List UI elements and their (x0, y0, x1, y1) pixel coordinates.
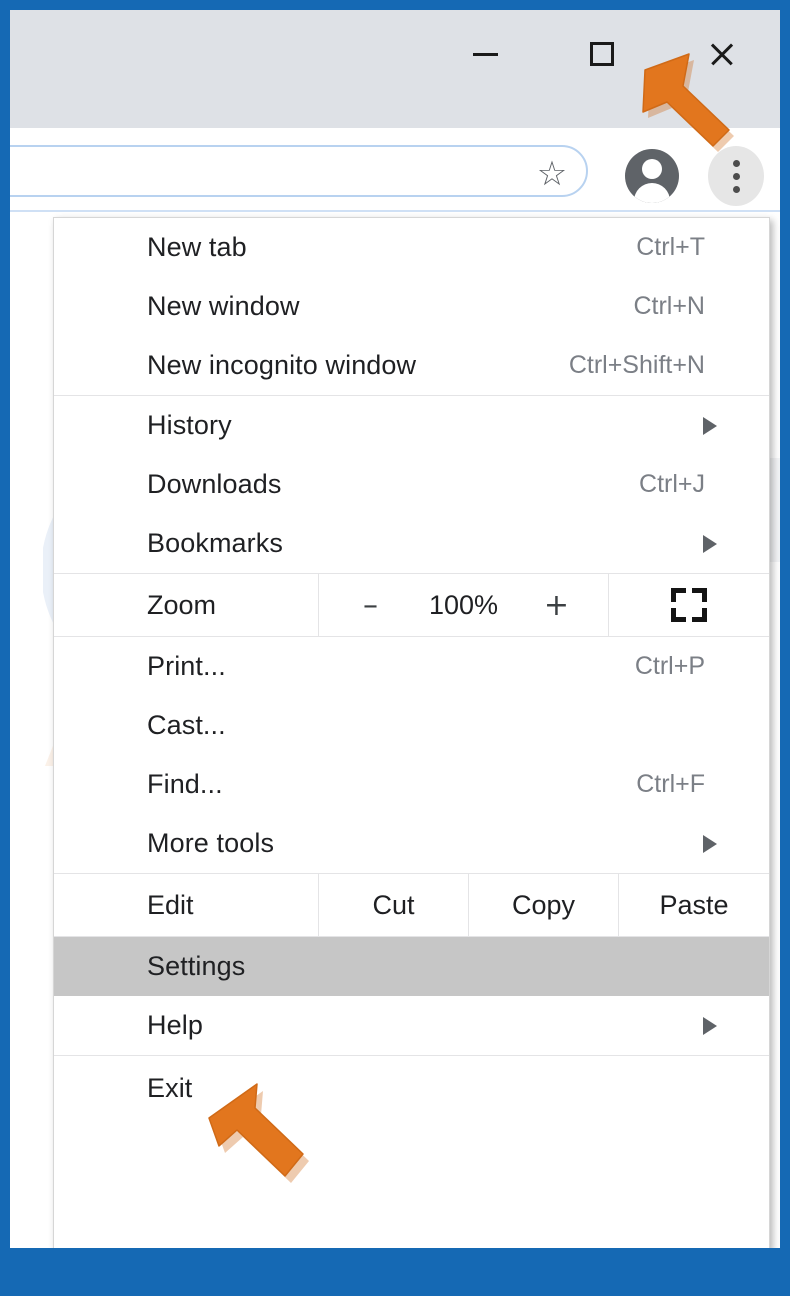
three-dot-menu-button[interactable] (708, 146, 764, 206)
menu-item-new-tab[interactable]: New tab Ctrl+T (54, 218, 769, 277)
zoom-in-button[interactable]: + (540, 588, 574, 623)
menu-item-shortcut: Ctrl+N (633, 292, 705, 320)
menu-item-label: New incognito window (147, 350, 417, 380)
menu-item-shortcut: Ctrl+P (634, 652, 705, 680)
menu-row-zoom: Zoom – 100% + (54, 574, 769, 636)
menu-item-label: Cast... (147, 710, 226, 740)
avatar-body-shape (634, 183, 670, 203)
menu-item-help[interactable]: Help (54, 996, 769, 1055)
fullscreen-button[interactable] (609, 574, 769, 636)
maximize-button[interactable] (575, 32, 629, 76)
menu-item-exit[interactable]: Exit (54, 1056, 769, 1120)
menu-item-label: Settings (147, 951, 246, 981)
browser-window-inner: ☆ New tab Ctrl+T New window Ctrl+N New i… (10, 10, 780, 1248)
menu-group-exit: Exit (54, 1056, 769, 1120)
fullscreen-icon (671, 588, 707, 622)
chevron-right-icon (703, 834, 717, 853)
minimize-button[interactable] (458, 32, 512, 76)
menu-item-print[interactable]: Print... Ctrl+P (54, 637, 769, 696)
menu-item-label: Exit (147, 1072, 193, 1103)
menu-item-label: History (147, 410, 232, 440)
menu-item-shortcut: Ctrl+Shift+N (568, 351, 705, 379)
cut-button[interactable]: Cut (319, 874, 469, 936)
menu-item-label: Downloads (147, 469, 282, 499)
menu-item-shortcut: Ctrl+T (636, 233, 705, 261)
menu-row-edit: Edit Cut Copy Paste (54, 874, 769, 936)
menu-item-label: Help (147, 1010, 203, 1040)
menu-item-find[interactable]: Find... Ctrl+F (54, 755, 769, 814)
menu-item-new-window[interactable]: New window Ctrl+N (54, 277, 769, 336)
zoom-label: Zoom (54, 574, 319, 636)
zoom-controls: – 100% + (319, 574, 609, 636)
menu-item-more-tools[interactable]: More tools (54, 814, 769, 873)
annotation-arrow-to-menu-icon (642, 53, 734, 152)
chevron-right-icon (703, 416, 717, 435)
menu-item-cast[interactable]: Cast... (54, 696, 769, 755)
menu-item-new-incognito-window[interactable]: New incognito window Ctrl+Shift+N (54, 336, 769, 395)
menu-item-bookmarks[interactable]: Bookmarks (54, 514, 769, 573)
menu-item-label: Print... (147, 651, 226, 681)
menu-group-new: New tab Ctrl+T New window Ctrl+N New inc… (54, 218, 769, 395)
browser-window-frame: ☆ New tab Ctrl+T New window Ctrl+N New i… (0, 0, 790, 1296)
menu-dot-1-icon (732, 159, 740, 167)
edit-label: Edit (54, 874, 319, 936)
menu-dot-2-icon (732, 172, 740, 180)
menu-item-settings[interactable]: Settings (54, 937, 769, 996)
menu-item-label: New tab (147, 232, 247, 262)
paste-button[interactable]: Paste (619, 874, 769, 936)
chrome-main-menu: New tab Ctrl+T New window Ctrl+N New inc… (53, 217, 770, 1248)
menu-item-label: More tools (147, 828, 275, 858)
menu-item-label: New window (147, 291, 300, 321)
avatar-head-shape (642, 159, 662, 179)
menu-dot-3-icon (732, 185, 740, 193)
menu-item-shortcut: Ctrl+F (636, 770, 705, 798)
profile-avatar[interactable] (625, 149, 679, 203)
copy-button[interactable]: Copy (469, 874, 619, 936)
zoom-out-button[interactable]: – (354, 588, 388, 623)
chevron-right-icon (703, 1016, 717, 1035)
maximize-icon (590, 42, 614, 66)
menu-item-downloads[interactable]: Downloads Ctrl+J (54, 455, 769, 514)
menu-item-history[interactable]: History (54, 396, 769, 455)
menu-group-browsing: History Downloads Ctrl+J Bookmarks (54, 396, 769, 573)
address-bar[interactable] (10, 145, 588, 197)
bookmark-star-button[interactable]: ☆ (530, 152, 574, 196)
minimize-icon (472, 52, 498, 56)
menu-group-settings: Settings Help (54, 937, 769, 1055)
menu-item-label: Bookmarks (147, 528, 283, 558)
chevron-right-icon (703, 534, 717, 553)
annotation-cursor-arrow-icon (208, 1083, 309, 1183)
menu-item-shortcut: Ctrl+J (639, 470, 705, 498)
menu-item-label: Find... (147, 769, 223, 799)
zoom-level-value: 100% (428, 589, 499, 620)
menu-group-tools: Print... Ctrl+P Cast... Find... Ctrl+F M… (54, 637, 769, 873)
star-icon: ☆ (536, 154, 568, 194)
